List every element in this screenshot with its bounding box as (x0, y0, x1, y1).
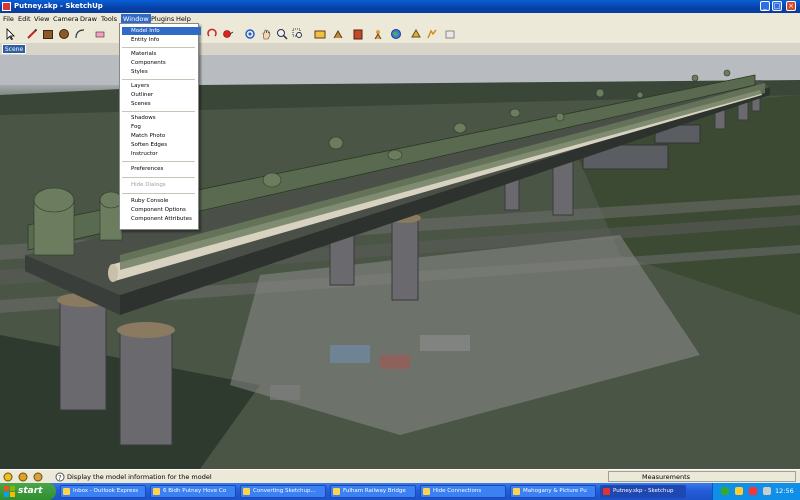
svg-text:?: ? (58, 474, 62, 482)
help-icon[interactable]: ? (55, 472, 65, 482)
title-bar: Putney.skp - SketchUp _ □ × (0, 0, 800, 13)
image-viewer-icon (513, 488, 520, 495)
menu-item-styles[interactable]: Styles (131, 69, 148, 75)
sketchup-icon (603, 488, 610, 495)
start-label: start (18, 486, 43, 496)
menu-item-ruby-console[interactable]: Ruby Console (131, 198, 168, 204)
menu-item-instructor[interactable]: Instructor (131, 151, 158, 157)
browser-icon (153, 488, 160, 495)
taskbar-task[interactable]: Converting Sketchup... (240, 485, 326, 498)
circle-icon[interactable] (58, 28, 70, 40)
menu-separator (122, 193, 195, 194)
pencil-line-icon[interactable] (26, 28, 38, 40)
tape-measure-icon[interactable] (222, 28, 234, 40)
menu-item-materials[interactable]: Materials (131, 51, 156, 57)
zoom-window-icon[interactable] (292, 28, 304, 40)
position-camera-icon[interactable] (314, 28, 326, 40)
status-bar: ? Display the model information for the … (0, 469, 800, 484)
menu-draw[interactable]: Draw (80, 15, 97, 23)
menu-item-fog[interactable]: Fog (131, 124, 141, 130)
outlook-icon (63, 488, 70, 495)
maximize-button[interactable]: □ (772, 1, 782, 11)
menu-item-component-options[interactable]: Component Options (131, 207, 186, 213)
menu-separator (122, 177, 195, 178)
close-button[interactable]: × (786, 1, 796, 11)
menu-item-shadows[interactable]: Shadows (131, 115, 156, 121)
status-text: Display the model information for the mo… (67, 473, 212, 481)
minimize-button[interactable]: _ (760, 1, 770, 11)
scene-tab[interactable]: Scene 1 (2, 44, 26, 63)
menu-item-outliner[interactable]: Outliner (131, 92, 153, 98)
menu-item-layers[interactable]: Layers (131, 83, 149, 89)
menu-plugins[interactable]: Plugins (151, 15, 174, 23)
sketchup-app-icon[interactable] (2, 2, 11, 11)
taskbar-task[interactable]: 6 Bidh Putney Hove Co (150, 485, 236, 498)
taskbar-task[interactable]: Fulham Railway Bridge (330, 485, 416, 498)
menu-item-entity-info[interactable]: Entity Info (131, 37, 159, 43)
walk-icon[interactable] (332, 28, 344, 40)
folder-icon (423, 488, 430, 495)
taskbar-task-active[interactable]: Putney.skp - Sketchup (600, 485, 686, 498)
menu-view[interactable]: View (34, 15, 49, 23)
start-button[interactable]: start (0, 483, 56, 500)
section-plane-icon[interactable] (372, 28, 384, 40)
zoom-icon[interactable] (276, 28, 288, 40)
menu-separator (122, 111, 195, 112)
menu-separator (122, 47, 195, 48)
menu-separator (122, 79, 195, 80)
tray-app-icon[interactable] (763, 487, 771, 495)
menu-tools[interactable]: Tools (101, 15, 117, 23)
menu-item-preferences[interactable]: Preferences (131, 166, 163, 172)
windows-taskbar: start Inbox - Outlook Express 6 Bidh Put… (0, 483, 800, 500)
rotate-icon[interactable] (206, 28, 218, 40)
menu-separator (122, 161, 195, 162)
measurements-box[interactable] (608, 471, 796, 482)
credits-icon[interactable] (18, 472, 28, 482)
orbit-icon[interactable] (244, 28, 256, 40)
measurements-label: Measurements (642, 473, 691, 481)
arc-icon[interactable] (74, 28, 86, 40)
menu-item-hide-dialogs: Hide Dialogs (131, 182, 166, 188)
window-title: Putney.skp - SketchUp (14, 2, 103, 10)
pan-hand-icon[interactable] (260, 28, 272, 40)
menu-item-scenes[interactable]: Scenes (131, 101, 151, 107)
get-models-icon[interactable] (410, 28, 422, 40)
share-model-icon[interactable] (426, 28, 438, 40)
window-menu-dropdown: Model Info Entity Info Materials Compone… (119, 23, 201, 230)
select-arrow-icon[interactable] (4, 28, 16, 40)
menu-item-soften-edges[interactable]: Soften Edges (131, 142, 167, 148)
menu-help[interactable]: Help (176, 15, 191, 23)
rectangle-icon[interactable] (42, 28, 54, 40)
eraser-icon[interactable] (94, 28, 106, 40)
menu-item-model-info[interactable]: Model Info (122, 27, 201, 35)
user-icon[interactable] (33, 472, 43, 482)
look-around-icon[interactable] (352, 28, 364, 40)
google-earth-icon[interactable] (390, 28, 402, 40)
windows-logo-icon (4, 486, 15, 497)
share-component-icon[interactable] (444, 28, 456, 40)
taskbar-task[interactable]: Mahogany & Picture Pu (510, 485, 596, 498)
menu-file[interactable]: File (3, 15, 14, 23)
clock: 12:56 (775, 487, 794, 495)
geo-location-icon[interactable] (3, 472, 13, 482)
menu-edit[interactable]: Edit (18, 15, 31, 23)
taskbar-task[interactable]: Hide Connections (420, 485, 506, 498)
browser-icon (333, 488, 340, 495)
volume-icon[interactable] (735, 487, 743, 495)
menu-item-match-photo[interactable]: Match Photo (131, 133, 165, 139)
menu-item-component-attributes[interactable]: Component Attributes (131, 216, 192, 222)
menu-camera[interactable]: Camera (53, 15, 79, 23)
taskbar-task[interactable]: Inbox - Outlook Express (60, 485, 146, 498)
menu-item-components[interactable]: Components (131, 60, 166, 66)
network-icon[interactable] (721, 487, 729, 495)
browser-icon (243, 488, 250, 495)
security-icon[interactable] (749, 487, 757, 495)
